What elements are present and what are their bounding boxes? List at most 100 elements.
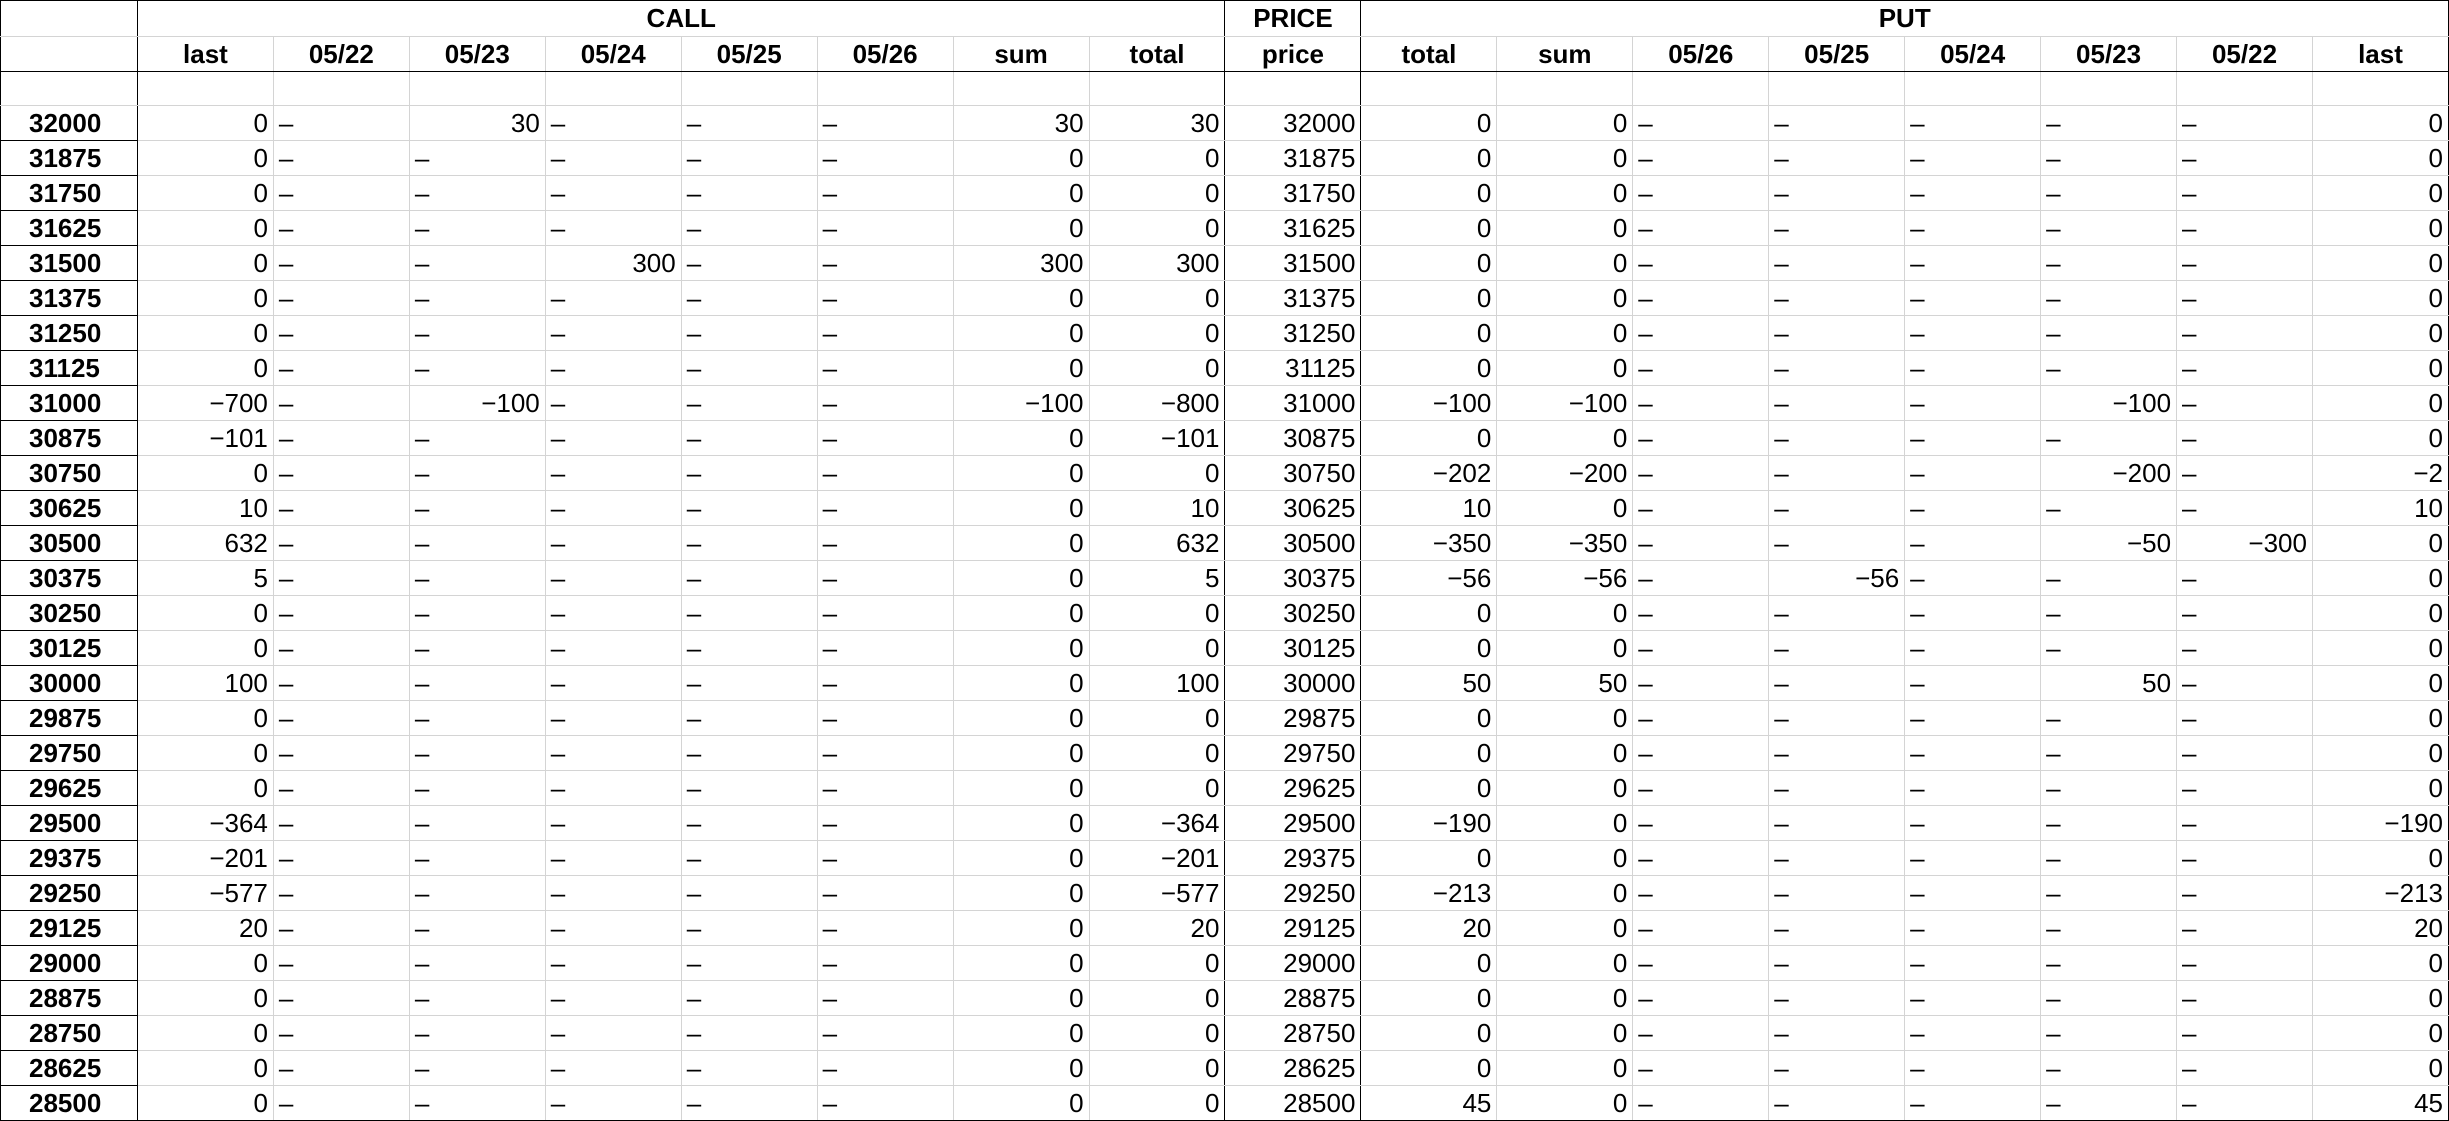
put-0523-cell[interactable]: −50 [2040,525,2178,561]
put-last-cell[interactable]: 0 [2311,245,2449,281]
put-0522-cell[interactable]: – [2176,980,2313,1016]
put-0525-cell[interactable]: – [1768,875,1906,911]
price-cell[interactable]: 28500 [1224,1085,1362,1121]
call-0526-cell[interactable]: – [816,455,954,491]
put-0524-cell[interactable]: – [1904,455,2042,491]
call-0522-cell[interactable]: – [272,105,410,141]
call-0522-cell[interactable]: – [272,595,410,631]
put-0523-cell[interactable]: – [2040,945,2178,981]
put-0524-cell[interactable]: – [1904,245,2042,281]
put-total-cell[interactable]: 0 [1360,700,1498,736]
price-cell[interactable]: 28625 [1224,1050,1362,1086]
price-cell[interactable]: 29125 [1224,910,1362,946]
call-0522-cell[interactable]: – [272,665,410,701]
put-sum-cell[interactable]: 0 [1496,630,1634,666]
call-sum-cell[interactable]: 0 [952,525,1090,561]
call-0525-cell[interactable]: – [680,245,818,281]
column-header-put-0524[interactable]: 05/24 [1904,36,2042,72]
call-0525-cell[interactable]: – [680,175,818,211]
call-group-header[interactable]: CALL [136,0,1226,37]
column-header-call-total[interactable]: total [1088,36,1226,72]
put-0526-cell[interactable]: – [1632,455,1770,491]
put-last-cell[interactable]: 0 [2311,840,2449,876]
call-total-cell[interactable]: 0 [1088,1015,1226,1051]
put-0523-cell[interactable]: – [2040,700,2178,736]
call-0523-cell[interactable]: – [408,455,546,491]
put-sum-cell[interactable]: 0 [1496,1050,1634,1086]
column-header-put-sum[interactable]: sum [1496,36,1634,72]
put-0523-cell[interactable]: – [2040,805,2178,841]
put-0525-cell[interactable]: – [1768,1085,1906,1121]
put-sum-cell[interactable]: 0 [1496,735,1634,771]
put-total-cell[interactable]: −56 [1360,560,1498,596]
put-0523-cell[interactable]: – [2040,490,2178,526]
price-cell[interactable]: 29375 [1224,840,1362,876]
put-0526-cell[interactable]: – [1632,1050,1770,1086]
empty-cell[interactable] [1632,71,1770,106]
put-0525-cell[interactable]: – [1768,490,1906,526]
put-0523-cell[interactable]: – [2040,910,2178,946]
put-0525-cell[interactable]: – [1768,700,1906,736]
call-0522-cell[interactable]: – [272,805,410,841]
call-0522-cell[interactable]: – [272,245,410,281]
price-cell[interactable]: 29750 [1224,735,1362,771]
call-0525-cell[interactable]: – [680,700,818,736]
put-last-cell[interactable]: 0 [2311,1050,2449,1086]
call-last-cell[interactable]: 0 [136,175,274,211]
strike-cell[interactable]: 28750 [0,1015,138,1051]
call-sum-cell[interactable]: 0 [952,1050,1090,1086]
put-sum-cell[interactable]: 0 [1496,420,1634,456]
put-0522-cell[interactable]: – [2176,735,2313,771]
call-0523-cell[interactable]: – [408,595,546,631]
put-0525-cell[interactable]: – [1768,665,1906,701]
call-0525-cell[interactable]: – [680,140,818,176]
call-0524-cell[interactable]: – [544,315,682,351]
put-last-cell[interactable]: 10 [2311,490,2449,526]
column-header-put-last[interactable]: last [2311,36,2449,72]
put-0522-cell[interactable]: – [2176,280,2313,316]
call-0526-cell[interactable]: – [816,595,954,631]
strike-cell[interactable]: 29250 [0,875,138,911]
call-last-cell[interactable]: −201 [136,840,274,876]
put-0522-cell[interactable]: – [2176,245,2313,281]
call-0522-cell[interactable]: – [272,700,410,736]
put-0524-cell[interactable]: – [1904,490,2042,526]
price-cell[interactable]: 30125 [1224,630,1362,666]
price-cell[interactable]: 31750 [1224,175,1362,211]
call-0524-cell[interactable]: – [544,1050,682,1086]
call-0523-cell[interactable]: 30 [408,105,546,141]
call-sum-cell[interactable]: 0 [952,1085,1090,1121]
call-total-cell[interactable]: 0 [1088,1050,1226,1086]
put-0522-cell[interactable]: – [2176,210,2313,246]
call-0524-cell[interactable]: – [544,280,682,316]
call-last-cell[interactable]: 0 [136,770,274,806]
put-0526-cell[interactable]: – [1632,735,1770,771]
put-last-cell[interactable]: −213 [2311,875,2449,911]
call-0526-cell[interactable]: – [816,805,954,841]
put-last-cell[interactable]: 0 [2311,1015,2449,1051]
call-sum-cell[interactable]: 0 [952,805,1090,841]
call-0524-cell[interactable]: – [544,980,682,1016]
put-sum-cell[interactable]: −350 [1496,525,1634,561]
call-last-cell[interactable]: 0 [136,140,274,176]
put-0525-cell[interactable]: −56 [1768,560,1906,596]
call-0525-cell[interactable]: – [680,210,818,246]
call-0522-cell[interactable]: – [272,1085,410,1121]
put-last-cell[interactable]: 0 [2311,420,2449,456]
call-0525-cell[interactable]: – [680,420,818,456]
put-total-cell[interactable]: 0 [1360,210,1498,246]
put-last-cell[interactable]: 0 [2311,210,2449,246]
put-0522-cell[interactable]: – [2176,315,2313,351]
call-last-cell[interactable]: 0 [136,1085,274,1121]
put-0522-cell[interactable]: – [2176,420,2313,456]
put-sum-cell[interactable]: −200 [1496,455,1634,491]
call-sum-cell[interactable]: 0 [952,315,1090,351]
put-0526-cell[interactable]: – [1632,210,1770,246]
put-0524-cell[interactable]: – [1904,560,2042,596]
price-cell[interactable]: 30500 [1224,525,1362,561]
call-sum-cell[interactable]: 0 [952,945,1090,981]
put-0526-cell[interactable]: – [1632,525,1770,561]
put-0526-cell[interactable]: – [1632,770,1770,806]
call-0524-cell[interactable]: – [544,420,682,456]
call-0525-cell[interactable]: – [680,665,818,701]
